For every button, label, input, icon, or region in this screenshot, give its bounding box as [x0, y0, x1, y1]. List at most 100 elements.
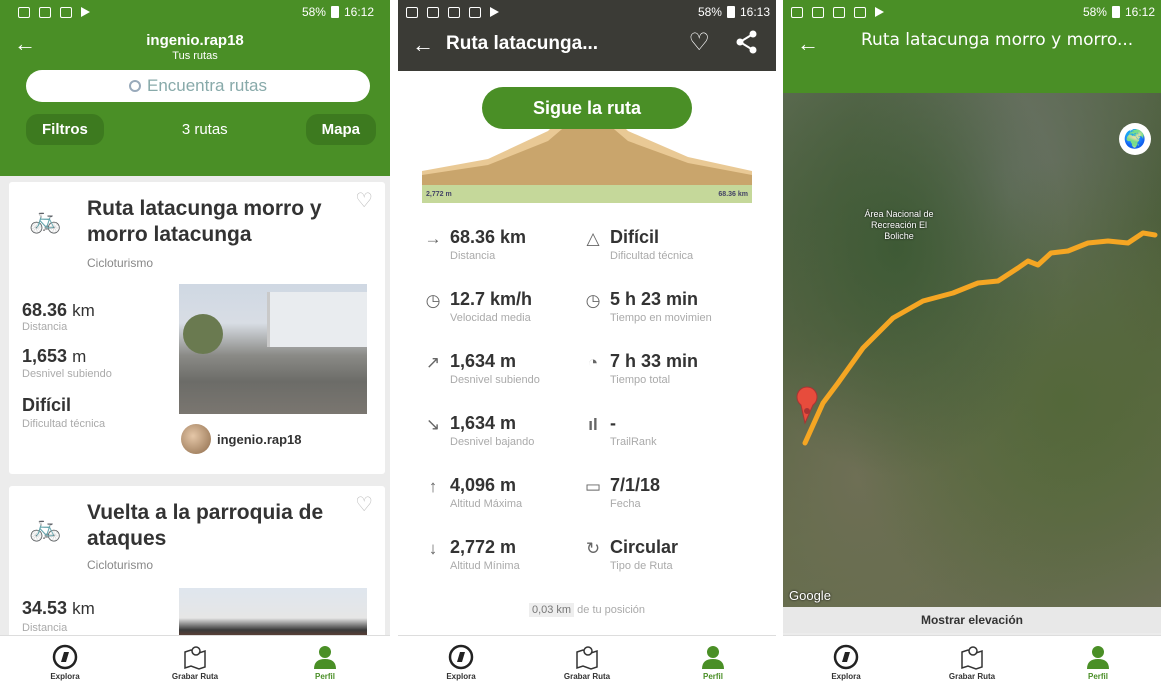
stat-ascent: ↗ 1,634 m Desnivel subiendo [424, 351, 594, 386]
gallery-icon [469, 6, 481, 18]
distance-value: 68.36 [22, 300, 68, 320]
stat-value: 4,096 m [450, 475, 517, 495]
back-arrow-icon[interactable]: ← [412, 34, 434, 56]
nav-explore[interactable]: Explora [416, 644, 506, 681]
difficulty-icon: △ [586, 229, 600, 248]
distance-label: Distancia [22, 321, 68, 333]
stat-difficulty: △ Difícil Dificultad técnica [584, 227, 754, 262]
map-pin-icon [576, 646, 598, 670]
favorite-heart-icon[interactable]: ♡ [688, 28, 710, 57]
back-arrow-icon[interactable]: ← [797, 33, 819, 55]
stat-value: 12.7 km/h [450, 289, 533, 309]
favorite-heart-icon[interactable]: ♡ [355, 492, 373, 517]
search-input[interactable]: Encuentra rutas [26, 70, 370, 102]
nav-explore-label: Explora [831, 672, 861, 681]
elevation-profile: Sigue la ruta 2,772 m 68.36 km [398, 71, 776, 209]
stat-label: Altitud Mínima [450, 560, 520, 572]
descent-icon: ↘ [425, 415, 441, 434]
nav-profile[interactable]: Perfil [668, 644, 758, 681]
nav-record[interactable]: Grabar Ruta [927, 644, 1017, 681]
status-bar: 58% 16:12 [10, 0, 380, 24]
clock: 16:12 [343, 5, 374, 19]
stats-grid: → 68.36 km Distancia △ Difícil Dificultad té… [398, 209, 776, 599]
show-elevation-button[interactable]: Mostrar elevación [783, 607, 1161, 633]
nav-profile-label: Perfil [702, 672, 723, 681]
stat-label: Tipo de Ruta [610, 560, 673, 572]
author[interactable]: ingenio.rap18 [181, 424, 302, 454]
stat-distance: → 68.36 km Distancia [424, 227, 594, 262]
header: 58% 16:12 ← Ruta latacunga morro y morro.… [783, 0, 1161, 93]
distance-value: 34.53 [22, 598, 68, 618]
search-icon [128, 80, 141, 92]
nav-profile[interactable]: Perfil [1053, 644, 1143, 681]
stat-value: 7 h 33 min [610, 351, 699, 371]
google-logo: Google [789, 588, 831, 603]
nav-explore-label: Explora [50, 672, 80, 681]
notification-icon [427, 6, 439, 18]
map-layer-globe-icon[interactable]: 🌍 [1119, 123, 1151, 155]
nav-profile[interactable]: Perfil [280, 644, 370, 681]
route-title[interactable]: Ruta latacunga morro y morro latacunga [87, 196, 347, 248]
clock: 16:13 [739, 5, 770, 19]
bottom-nav: Explora Grabar Ruta Perfil [398, 635, 776, 683]
nav-record-label: Grabar Ruta [948, 672, 996, 681]
bike-icon: 🚲 [29, 512, 62, 542]
nav-explore[interactable]: Explora [20, 644, 110, 681]
status-bar: 58% 16:13 [398, 0, 776, 24]
gallery-icon [448, 6, 460, 18]
satellite-map[interactable]: Área Nacional de Recreación El Boliche 🌍… [783, 93, 1161, 607]
max-altitude-icon: ↑ [428, 477, 438, 496]
nav-record[interactable]: Grabar Ruta [150, 644, 240, 681]
route-category: Cicloturismo [87, 558, 154, 572]
status-bar: 58% 16:12 [783, 0, 1161, 24]
route-card[interactable]: 🚲 Vuelta a la parroquia de ataques ♡ Cic… [9, 486, 385, 648]
route-title: Ruta latacunga... [446, 33, 599, 54]
bike-icon: 🚲 [29, 204, 62, 234]
calendar-icon: ▭ [584, 477, 602, 496]
nav-record-label: Grabar Ruta [563, 672, 611, 681]
speed-icon: ◷ [425, 291, 441, 310]
stat-label: Desnivel subiendo [450, 374, 540, 386]
stat-max-altitude: ↑ 4,096 m Altitud Máxima [424, 475, 594, 510]
elevation-distance-label: 68.36 km [718, 190, 748, 198]
nav-explore[interactable]: Explora [801, 644, 891, 681]
stat-value: 7/1/18 [610, 475, 661, 495]
elevation-min-label: 2,772 m [426, 190, 452, 198]
map-button[interactable]: Mapa [305, 114, 376, 145]
battery-icon [330, 6, 339, 18]
filters-button[interactable]: Filtros [26, 114, 104, 145]
battery-level: 58% [1082, 5, 1107, 19]
nav-record-label: Grabar Ruta [171, 672, 219, 681]
gallery-icon [854, 6, 866, 18]
ascent-unit: m [72, 347, 87, 366]
difficulty-value: Difícil [22, 395, 72, 415]
battery-icon [1111, 6, 1120, 18]
author-name: ingenio.rap18 [217, 431, 302, 447]
map-pin-icon [184, 646, 206, 670]
route-photo[interactable] [179, 284, 367, 414]
follow-route-button[interactable]: Sigue la ruta [482, 87, 692, 129]
stat-trailrank: ıl - TrailRank [584, 413, 754, 448]
favorite-heart-icon[interactable]: ♡ [355, 188, 373, 213]
stat-moving-time: ◷ 5 h 23 min Tiempo en movimien [584, 289, 754, 324]
ascent-icon: ↗ [425, 353, 441, 372]
stat-label: Dificultad técnica [610, 250, 694, 262]
share-icon[interactable] [736, 30, 758, 54]
page-subtitle: Tus rutas [172, 50, 218, 62]
nav-record[interactable]: Grabar Ruta [542, 644, 632, 681]
search-placeholder: Encuentra rutas [146, 76, 267, 95]
position-distance: 0,03 km [528, 603, 575, 617]
notification-icon [791, 6, 803, 18]
play-icon [81, 7, 90, 17]
distance-unit: km [72, 301, 95, 320]
compass-icon [833, 644, 859, 670]
play-icon [490, 7, 499, 17]
route-title[interactable]: Vuelta a la parroquia de ataques [87, 500, 347, 552]
distance-from-position: 0,03 km de tu posición [398, 603, 776, 617]
username-title: ingenio.rap18 [146, 32, 244, 49]
screen-route-detail: 58% 16:13 ← Ruta latacunga... ♡ Sigue la … [398, 0, 776, 683]
trailrank-icon: ıl [588, 415, 598, 434]
header: 58% 16:13 ← Ruta latacunga... ♡ [398, 0, 776, 71]
back-arrow-icon[interactable]: ← [14, 33, 36, 55]
route-card[interactable]: 🚲 Ruta latacunga morro y morro latacunga… [9, 182, 385, 474]
